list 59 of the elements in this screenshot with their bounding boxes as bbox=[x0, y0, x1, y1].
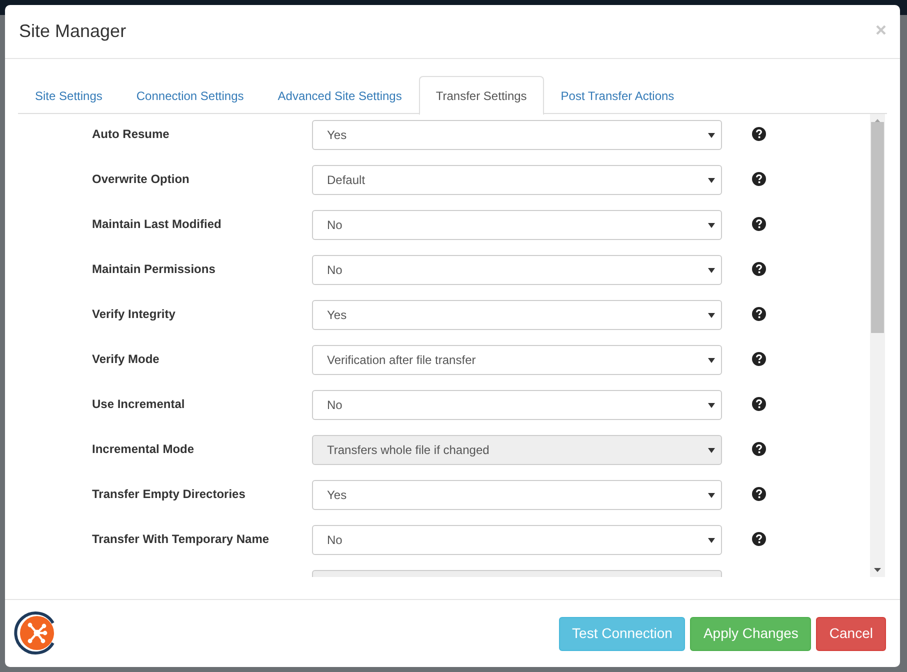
tab[interactable]: Post Transfer Actions bbox=[544, 76, 692, 115]
select-field[interactable]: Yes bbox=[312, 480, 722, 510]
footer-button[interactable]: Cancel bbox=[816, 616, 886, 650]
help-icon[interactable] bbox=[752, 532, 766, 546]
select-value: Yes bbox=[327, 127, 347, 144]
select-value: No bbox=[327, 532, 342, 549]
caret-icon bbox=[708, 222, 715, 228]
window-title: Site Manager bbox=[19, 20, 126, 43]
select-value: Default bbox=[327, 172, 366, 189]
caret-icon bbox=[708, 312, 715, 318]
select-field[interactable]: No bbox=[312, 210, 722, 240]
setting-label: Transfer Empty Directories bbox=[92, 487, 246, 501]
tab[interactable]: Advanced Site Settings bbox=[260, 76, 419, 115]
help-icon[interactable] bbox=[752, 217, 766, 231]
help-icon[interactable] bbox=[752, 127, 766, 141]
select-field[interactable]: No bbox=[312, 525, 722, 555]
select-value: Transfers whole file if changed bbox=[327, 442, 490, 459]
caret-icon bbox=[708, 492, 715, 498]
select-field[interactable]: Yes bbox=[312, 120, 722, 150]
select-field[interactable]: Default bbox=[312, 165, 722, 195]
caret-icon bbox=[708, 132, 715, 138]
select-field[interactable]: Yes bbox=[312, 300, 722, 330]
tab[interactable]: Connection Settings bbox=[119, 76, 261, 115]
caret-icon bbox=[708, 448, 715, 452]
setting-label: Maintain Permissions bbox=[92, 262, 216, 276]
caret-icon bbox=[708, 402, 715, 408]
help-icon[interactable] bbox=[752, 262, 766, 276]
select-value: Yes bbox=[327, 307, 347, 324]
scrollbar[interactable] bbox=[870, 114, 885, 577]
setting-label: Verify Mode bbox=[92, 352, 160, 366]
setting-label: Auto Resume bbox=[92, 127, 170, 141]
setting-label: Verify Integrity bbox=[92, 307, 176, 321]
select-value: Yes bbox=[327, 487, 347, 504]
caret-icon bbox=[708, 538, 715, 542]
help-icon[interactable] bbox=[752, 487, 766, 501]
select-field[interactable]: Verification after file transfer bbox=[312, 345, 722, 375]
tab[interactable]: Transfer Settings bbox=[418, 76, 544, 115]
help-icon[interactable] bbox=[752, 442, 766, 456]
select-value: Verification after file transfer bbox=[327, 352, 476, 369]
help-icon[interactable] bbox=[752, 172, 766, 186]
help-icon[interactable] bbox=[752, 397, 766, 411]
setting-label: Use Incremental bbox=[92, 397, 185, 411]
select-value: No bbox=[327, 217, 342, 234]
setting-label: Maintain Last Modified bbox=[92, 217, 222, 231]
caret-icon bbox=[708, 178, 715, 182]
tab[interactable]: Site Settings bbox=[18, 76, 120, 115]
select-value: No bbox=[327, 397, 342, 414]
caret-icon bbox=[708, 268, 715, 272]
setting-label: Transfer With Temporary Name bbox=[92, 532, 270, 546]
select-value: No bbox=[327, 262, 342, 279]
scrollbar-thumb[interactable] bbox=[871, 122, 884, 333]
setting-label: Incremental Mode bbox=[92, 442, 194, 456]
setting-label: Overwrite Option bbox=[92, 172, 190, 186]
select-field[interactable]: No bbox=[312, 390, 722, 420]
help-icon[interactable] bbox=[752, 307, 766, 321]
select-field[interactable]: No bbox=[312, 255, 722, 285]
scroll-down-icon[interactable] bbox=[874, 568, 881, 572]
help-icon[interactable] bbox=[752, 352, 766, 366]
caret-icon bbox=[708, 358, 715, 362]
